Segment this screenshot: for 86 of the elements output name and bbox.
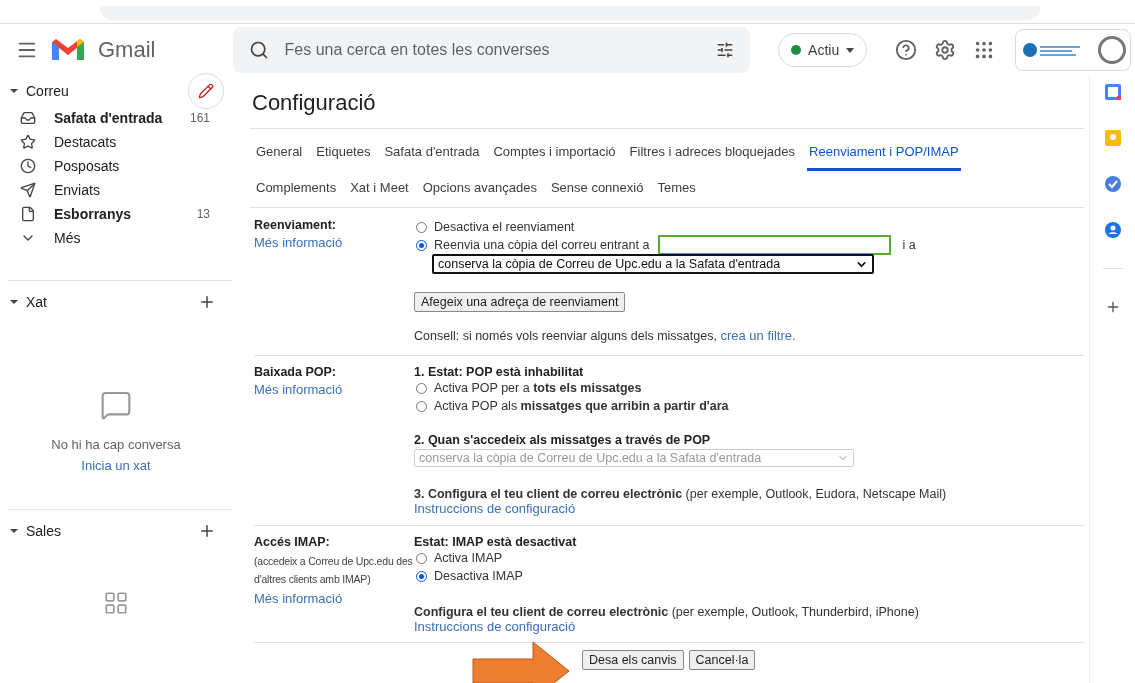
help-icon[interactable] bbox=[895, 39, 918, 61]
settings-tab[interactable]: Sense connexió bbox=[548, 171, 646, 207]
empty-message: No hi ha cap conversa bbox=[51, 437, 181, 452]
rooms-icon bbox=[103, 590, 129, 616]
radio-button[interactable] bbox=[416, 552, 427, 564]
folder-item[interactable]: Esborranys 13 bbox=[0, 202, 232, 226]
folder-item[interactable]: Més bbox=[0, 226, 232, 250]
contact-icon[interactable] bbox=[1104, 222, 1121, 238]
settings-tab[interactable]: Reenviament i POP/IMAP bbox=[807, 135, 961, 171]
settings-icon[interactable] bbox=[934, 39, 957, 61]
app-name: Gmail bbox=[98, 37, 156, 63]
status-button[interactable]: Actiu bbox=[778, 33, 868, 67]
section-label: Accés IMAP: bbox=[254, 535, 331, 549]
pop-status: 1. Estat: POP està inhabilitat bbox=[414, 365, 585, 379]
radio-label: Desactiva el reenviament bbox=[434, 220, 575, 234]
radio-button[interactable] bbox=[416, 239, 427, 251]
section-note: (accedeix a Correu de Upc.edu des d'altres clients amb IMAP) bbox=[254, 554, 414, 587]
section-title: Xat bbox=[26, 294, 47, 310]
check-icon[interactable] bbox=[1104, 176, 1121, 192]
search-icon[interactable] bbox=[248, 40, 269, 60]
radio-label: Reenvia una còpia del correu entrant a bbox=[434, 238, 650, 252]
step-heading: 2. Quan s'accedeix als missatges a través de POP bbox=[414, 433, 712, 447]
keep-copy-select[interactable]: conserva la còpia de Correu de Upc.edu a la Safata d'entrada bbox=[432, 254, 874, 274]
inbox-icon bbox=[20, 110, 36, 126]
settings-tab[interactable]: Opcions avançades bbox=[420, 171, 539, 207]
search-field[interactable]: Fes una cerca en totes les converses bbox=[282, 40, 703, 60]
settings-tab[interactable]: Xat i Meet bbox=[348, 171, 411, 207]
save-button[interactable]: Desa els canvis bbox=[582, 650, 684, 670]
section-label: Reenviament: bbox=[254, 218, 337, 232]
radio-button[interactable] bbox=[416, 400, 427, 412]
tip-text: Consell: si només vols reenviar alguns dels missatges, crea un filtre. bbox=[414, 328, 797, 343]
instructions-link[interactable]: Instruccions de configuració bbox=[414, 501, 576, 516]
avatar-icon[interactable] bbox=[1098, 36, 1126, 64]
caret-icon[interactable] bbox=[10, 298, 18, 306]
file-icon bbox=[20, 206, 36, 222]
add-address-button[interactable]: Afegeix una adreça de reenviament bbox=[414, 292, 626, 312]
configure-text: Configura el teu client de correu electrònic (per exemple, Outlook, Thunderbird, iPhone) bbox=[414, 605, 920, 619]
folder-item[interactable]: Posposats bbox=[0, 154, 232, 178]
more-info-link[interactable]: Més informació bbox=[254, 235, 414, 250]
caret-icon[interactable] bbox=[10, 527, 18, 535]
account-button[interactable] bbox=[1015, 29, 1131, 71]
settings-tab[interactable]: Etiquetes bbox=[314, 135, 373, 171]
more-info-link[interactable]: Més informació bbox=[254, 591, 343, 606]
instructions-link[interactable]: Instruccions de configuració bbox=[414, 619, 576, 634]
compose-button[interactable] bbox=[188, 73, 224, 109]
search-bar[interactable]: Fes una cerca en totes les converses bbox=[232, 27, 751, 73]
settings-tab[interactable]: Complements bbox=[254, 171, 339, 207]
page-title: Configuració bbox=[252, 90, 377, 116]
cancel-button[interactable]: Cancel·la bbox=[688, 650, 756, 670]
imap-status: Estat: IMAP està desactivat bbox=[414, 535, 578, 549]
calendar-icon[interactable] bbox=[1104, 84, 1121, 100]
create-filter-link[interactable]: crea un filtre. bbox=[720, 328, 796, 343]
settings-tab[interactable]: Filtres i adreces bloquejades bbox=[627, 135, 798, 171]
folder-item[interactable]: Safata d'entrada 161 bbox=[0, 106, 232, 130]
section-label: Baixada POP: bbox=[254, 365, 337, 379]
send-icon bbox=[20, 182, 36, 198]
filter-icon[interactable] bbox=[716, 41, 735, 59]
radio-label: Activa POP per a tots els missatges bbox=[434, 381, 642, 395]
clock-icon bbox=[20, 158, 36, 174]
chat-bubble-icon bbox=[100, 389, 132, 421]
settings-tab[interactable]: Safata d'entrada bbox=[382, 135, 482, 171]
radio-label: Desactiva IMAP bbox=[434, 569, 523, 583]
caret-icon bbox=[846, 47, 855, 53]
plus-icon[interactable] bbox=[198, 293, 216, 311]
section-title: Sales bbox=[26, 523, 62, 539]
gmail-logo-icon[interactable] bbox=[52, 38, 84, 62]
start-chat-link[interactable]: Inicia un xat bbox=[81, 458, 151, 473]
address-field[interactable] bbox=[658, 235, 892, 255]
radio-label: Activa IMAP bbox=[434, 551, 503, 565]
settings-tab[interactable]: General bbox=[254, 135, 305, 171]
radio-button[interactable] bbox=[416, 570, 427, 582]
folder-item[interactable]: Destacats bbox=[0, 130, 232, 154]
radio-button[interactable] bbox=[416, 382, 427, 394]
section-title: Correu bbox=[26, 83, 69, 99]
caret-icon[interactable] bbox=[10, 87, 18, 95]
folder-item[interactable]: Enviats bbox=[0, 178, 232, 202]
settings-tab[interactable]: Temes bbox=[655, 171, 698, 207]
step-text: 3. Configura el teu client de correu electrònic (per exemple, Outlook, Eudora, Netscape Mail) bbox=[414, 487, 948, 501]
more-info-link[interactable]: Més informació bbox=[254, 382, 414, 397]
radio-label: Activa POP als missatges que arribin a partir d'ara bbox=[434, 399, 729, 413]
radio-button[interactable] bbox=[416, 221, 427, 233]
pencil-icon bbox=[198, 83, 214, 99]
star-icon bbox=[20, 134, 36, 150]
plus-icon[interactable] bbox=[198, 522, 216, 540]
settings-tab[interactable]: Comptes i importació bbox=[491, 135, 618, 171]
and-label: i a bbox=[902, 238, 916, 252]
